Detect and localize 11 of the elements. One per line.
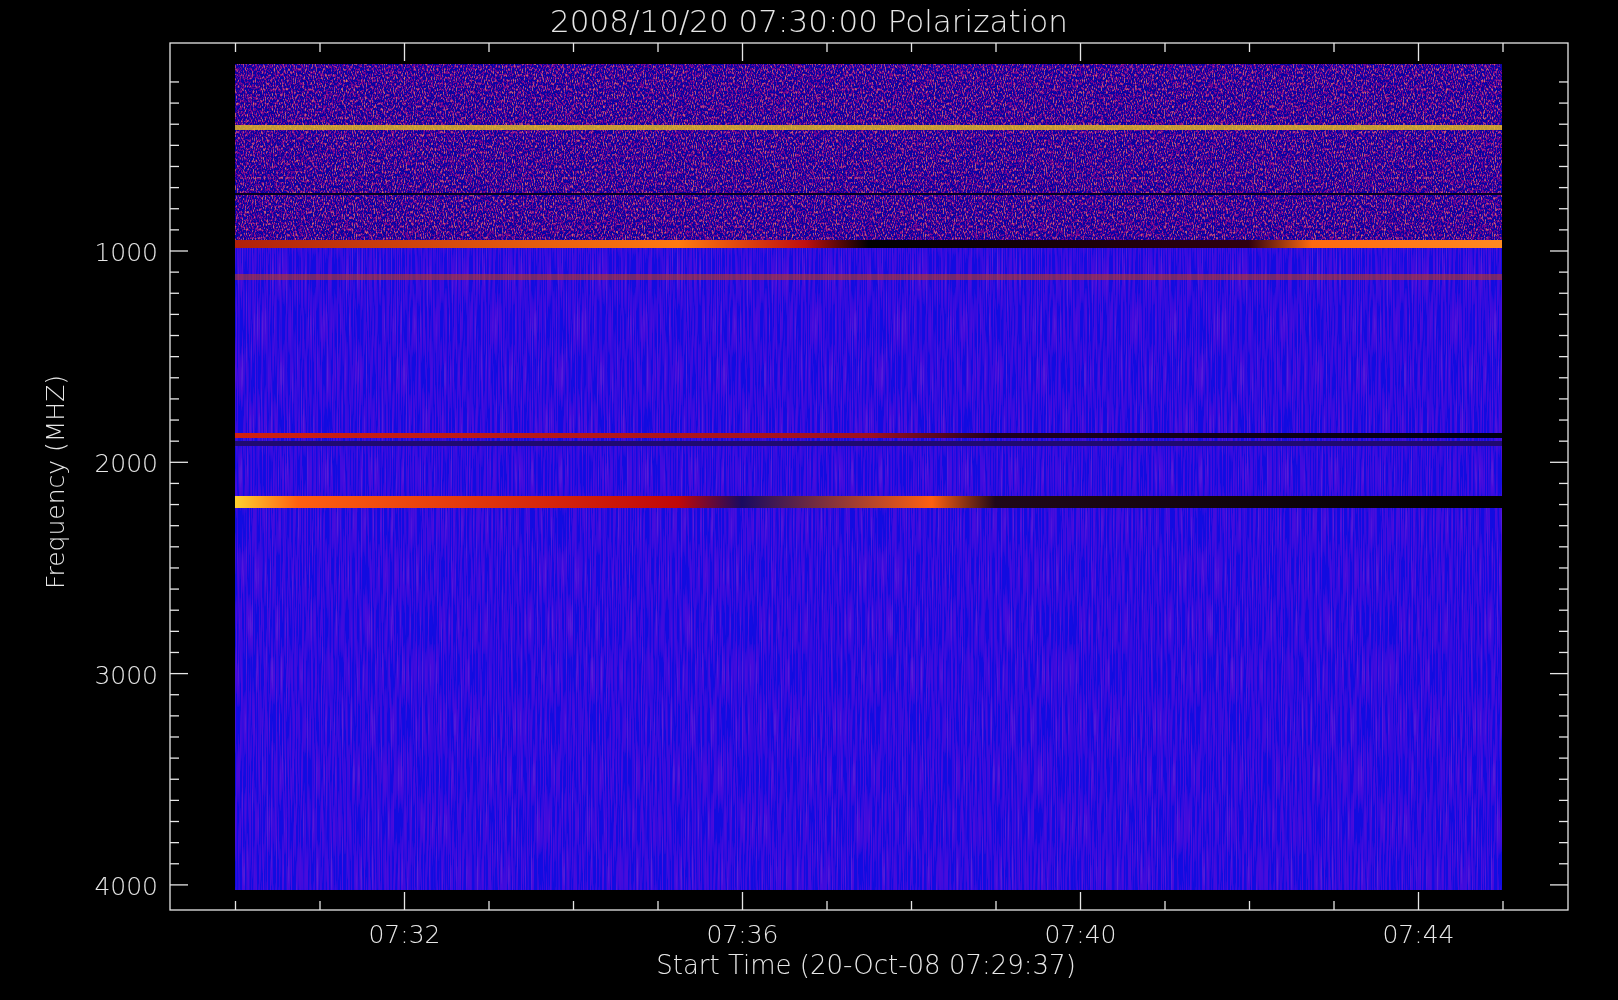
x-tick-label: 07:44: [1382, 920, 1455, 949]
y-tick-label: 2000: [94, 449, 158, 479]
x-tick-label: 07:40: [1044, 920, 1117, 949]
y-axis-label: Frequency (MHZ): [41, 374, 70, 590]
y-tick-label: 1000: [94, 238, 158, 267]
x-tick-label: 07:36: [706, 920, 779, 949]
chart-title: 2008/10/20 07:30:00 Polarization: [550, 3, 1068, 39]
x-axis-label: Start Time (20-Oct-08 07:29:37): [656, 950, 1076, 980]
x-tick-label: 07:32: [368, 920, 441, 949]
y-tick-label: 3000: [94, 660, 158, 690]
y-tick-label: 4000: [94, 871, 158, 901]
